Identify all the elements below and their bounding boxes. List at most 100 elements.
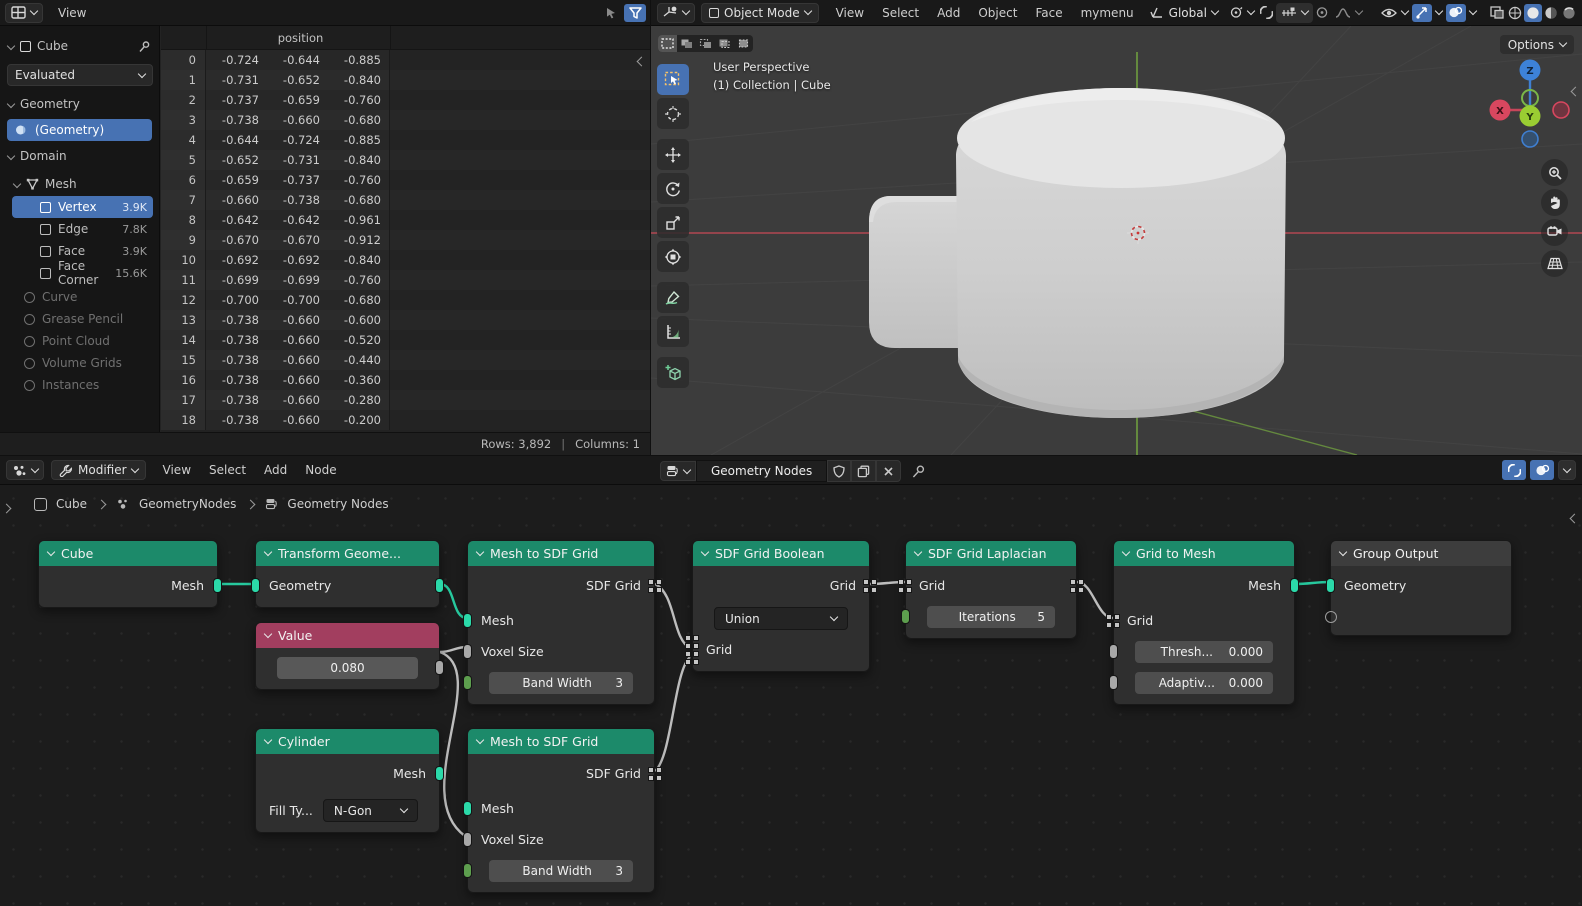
menu-face[interactable]: Face	[1026, 0, 1071, 26]
tool-measure[interactable]	[657, 316, 689, 347]
output-socket-sdf-grid[interactable]	[648, 579, 662, 593]
snap-toggle[interactable]	[1502, 460, 1526, 480]
domain-item-point-cloud[interactable]: Point Cloud	[6, 330, 153, 352]
table-row[interactable]: 13-0.738-0.660-0.600	[161, 310, 650, 330]
input-socket-band-width[interactable]	[463, 675, 472, 690]
node-tree-type-dropdown[interactable]: Modifier	[51, 460, 146, 480]
output-socket-mesh[interactable]	[213, 578, 222, 593]
input-socket-grid-multi[interactable]	[685, 635, 699, 665]
table-row[interactable]: 11-0.699-0.699-0.760	[161, 270, 650, 290]
table-row[interactable]: 5-0.652-0.731-0.840	[161, 150, 650, 170]
tool-rotate[interactable]	[657, 173, 689, 204]
menu-view[interactable]: View	[154, 457, 200, 483]
node-cube[interactable]: Cube Mesh	[38, 540, 218, 608]
tool-move[interactable]	[657, 139, 689, 170]
menu-mymenu[interactable]: mymenu	[1072, 0, 1143, 26]
gizmos-toggle[interactable]	[1412, 4, 1432, 22]
mug-object[interactable]	[869, 88, 1286, 418]
input-socket-grid[interactable]	[898, 579, 912, 593]
snap-toggle[interactable]	[1258, 4, 1276, 22]
table-row[interactable]: 9-0.670-0.670-0.912	[161, 230, 650, 250]
viewport-canvas[interactable]: Options User Perspective (1) Collection …	[651, 26, 1582, 455]
column-header-position[interactable]: position	[209, 26, 392, 50]
use-filter-cursor-button[interactable]	[600, 4, 622, 22]
ortho-toggle-button[interactable]	[1541, 250, 1568, 277]
overlays-dropdown[interactable]	[1466, 3, 1480, 23]
zoom-button[interactable]	[1541, 159, 1568, 186]
node-sdf-grid-boolean[interactable]: SDF Grid Boolean Grid Union Grid	[692, 540, 870, 672]
input-socket-voxel-size[interactable]	[463, 832, 472, 847]
dataset-object-row[interactable]: Cube	[0, 34, 159, 58]
virtual-socket[interactable]	[1325, 611, 1337, 623]
menu-object[interactable]: Object	[969, 0, 1026, 26]
overlays-toggle[interactable]	[1530, 460, 1554, 480]
node-header[interactable]: Mesh to SDF Grid	[468, 541, 654, 566]
output-socket-sdf-grid[interactable]	[648, 767, 662, 781]
output-socket-grid[interactable]	[1070, 579, 1084, 593]
node-group-output[interactable]: Group Output Geometry	[1330, 540, 1512, 636]
domain-item-face-corner[interactable]: Face Corner15.6K	[12, 262, 153, 284]
input-socket-band-width[interactable]	[463, 863, 472, 878]
value-field[interactable]: 0.080	[277, 657, 418, 679]
input-socket-geometry[interactable]	[251, 578, 260, 593]
tool-select-box[interactable]	[657, 64, 689, 95]
breadcrumb-modifier[interactable]: GeometryNodes	[139, 497, 236, 511]
tool-add-primitive[interactable]	[657, 357, 689, 388]
table-row[interactable]: 15-0.738-0.660-0.440	[161, 350, 650, 370]
node-value[interactable]: Value 0.080	[255, 622, 440, 690]
table-row[interactable]: 16-0.738-0.660-0.360	[161, 370, 650, 390]
adaptivity-field[interactable]: Adaptiv...0.000	[1135, 672, 1273, 694]
input-socket-threshold[interactable]	[1109, 644, 1118, 659]
visibility-dropdown[interactable]	[1377, 3, 1412, 23]
output-socket-mesh[interactable]	[1290, 578, 1299, 593]
mode-dropdown[interactable]: Object Mode	[701, 3, 819, 23]
node-mesh-to-sdf-grid-1[interactable]: Mesh to SDF Grid SDF Grid Mesh Voxel Siz…	[467, 540, 655, 705]
input-socket-iterations[interactable]	[901, 609, 910, 624]
select-mode-set[interactable]	[658, 35, 677, 52]
table-row[interactable]: 3-0.738-0.660-0.680	[161, 110, 650, 130]
menu-view[interactable]: View	[49, 0, 95, 26]
node-header[interactable]: Cylinder	[256, 729, 439, 754]
table-row[interactable]: 14-0.738-0.660-0.520	[161, 330, 650, 350]
input-socket-voxel-size[interactable]	[463, 644, 472, 659]
select-mode-invert[interactable]	[715, 35, 734, 52]
navigation-gizmo[interactable]: Z X Y	[1488, 54, 1572, 150]
axis-x-neg-ball[interactable]	[1553, 102, 1569, 118]
geometry-item[interactable]: (Geometry)	[7, 119, 152, 141]
node-sdf-grid-laplacian[interactable]: SDF Grid Laplacian Grid Iterations5	[905, 540, 1077, 639]
options-dropdown[interactable]: Options	[1500, 35, 1574, 54]
proportional-falloff-dropdown[interactable]	[1331, 3, 1366, 23]
table-row[interactable]: 10-0.692-0.692-0.840	[161, 250, 650, 270]
domain-item-volume-grids[interactable]: Volume Grids	[6, 352, 153, 374]
fake-user-button[interactable]	[827, 460, 851, 482]
domain-item-instances[interactable]: Instances	[6, 374, 153, 396]
table-row[interactable]: 6-0.659-0.737-0.760	[161, 170, 650, 190]
geometry-section-header[interactable]: Geometry	[0, 92, 159, 116]
node-canvas[interactable]: Cube GeometryNodes Geometry Nodes	[0, 485, 1582, 906]
menu-select[interactable]: Select	[200, 457, 255, 483]
evaluation-mode-dropdown[interactable]: Evaluated	[7, 64, 153, 86]
shading-solid-button[interactable]	[1524, 4, 1542, 22]
output-socket-grid[interactable]	[863, 579, 877, 593]
menu-add[interactable]: Add	[255, 457, 296, 483]
iterations-field[interactable]: Iterations5	[927, 606, 1055, 628]
band-width-field[interactable]: Band Width3	[489, 860, 633, 882]
node-grid-to-mesh[interactable]: Grid to Mesh Mesh Grid Thresh...0.000 Ad…	[1113, 540, 1295, 705]
snap-settings-dropdown[interactable]	[1276, 3, 1313, 23]
table-row[interactable]: 7-0.660-0.738-0.680	[161, 190, 650, 210]
node-header[interactable]: Mesh to SDF Grid	[468, 729, 654, 754]
node-header[interactable]: Group Output	[1331, 541, 1511, 566]
pivot-dropdown[interactable]	[1225, 3, 1258, 23]
node-header[interactable]: Cube	[39, 541, 217, 566]
tool-cursor[interactable]	[657, 98, 689, 129]
input-socket-adaptivity[interactable]	[1109, 675, 1118, 690]
node-mesh-to-sdf-grid-2[interactable]: Mesh to SDF Grid SDF Grid Mesh Voxel Siz…	[467, 728, 655, 893]
editor-type-button[interactable]	[5, 3, 43, 23]
overlays-toggle[interactable]	[1446, 4, 1466, 22]
node-cylinder[interactable]: Cylinder Mesh Fill Ty...N-Gon	[255, 728, 440, 833]
select-mode-subtract[interactable]	[696, 35, 715, 52]
domain-item-edge[interactable]: Edge7.8K	[12, 218, 153, 240]
unlink-button[interactable]	[876, 460, 901, 482]
table-row[interactable]: 1-0.731-0.652-0.840	[161, 70, 650, 90]
proportional-editing-toggle[interactable]	[1313, 4, 1331, 22]
